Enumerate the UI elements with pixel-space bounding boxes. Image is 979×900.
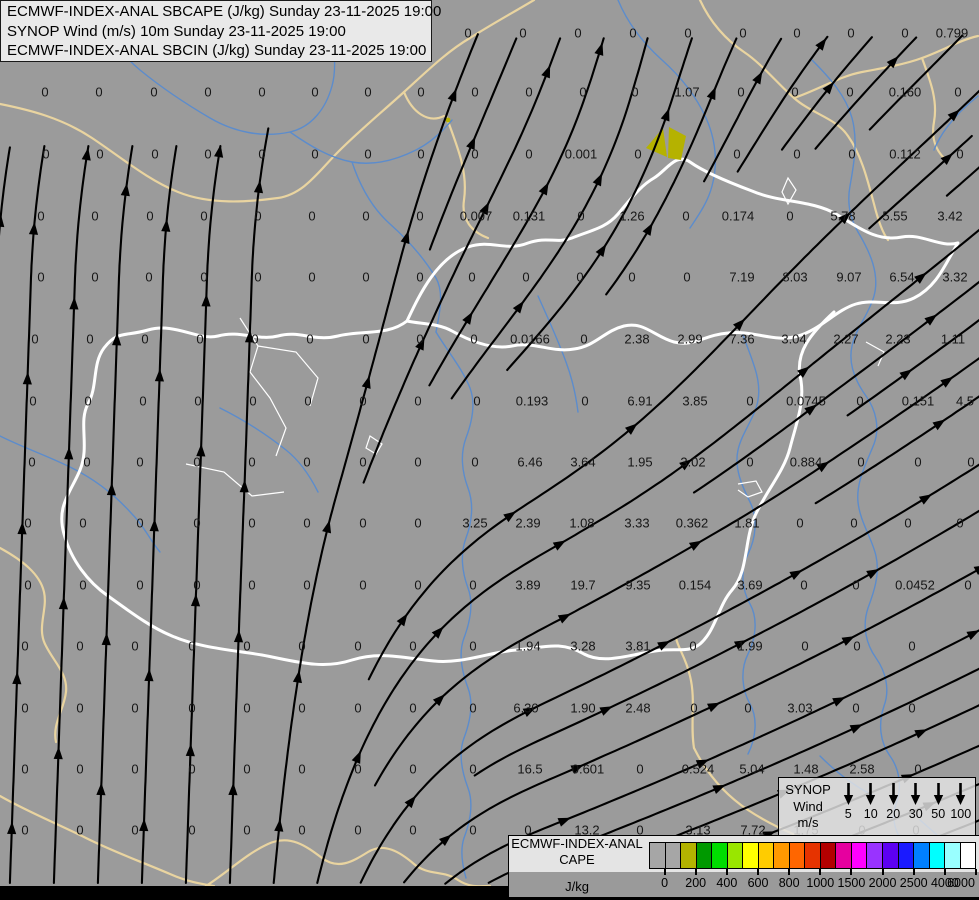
cape-tick <box>819 869 822 875</box>
cape-tick <box>912 869 915 875</box>
cape-tick <box>663 869 666 875</box>
wind-speed-column: 10 <box>860 781 883 838</box>
wind-legend-box: SYNOP Wind m/s 5 10 20 30 50 100 <box>778 777 976 839</box>
cape-legend-subtitle: CAPE <box>559 852 595 867</box>
cape-tick-label: 200 <box>685 876 707 890</box>
wind-speed-label: 10 <box>863 807 878 821</box>
wind-speed-scale: 5 10 20 30 50 100 <box>837 778 975 838</box>
cape-swatch <box>928 842 946 869</box>
down-arrow-icon <box>888 783 898 805</box>
wind-speed-column: 20 <box>882 781 905 838</box>
down-arrow-icon <box>933 783 943 805</box>
cape-legend-title: ECMWF-INDEX-ANAL <box>511 836 643 851</box>
wind-legend-subtitle: Wind <box>793 798 823 814</box>
wind-speed-label: 30 <box>908 807 923 821</box>
cape-swatch <box>835 842 852 869</box>
wind-speed-column: 50 <box>927 781 950 838</box>
cape-tick-label: 1500 <box>837 876 866 890</box>
cape-tick <box>881 869 884 875</box>
title-line-sbcape: ECMWF-INDEX-ANAL SBCAPE (J/kg) Sunday 23… <box>7 3 442 20</box>
cape-tick-label: 600 <box>747 876 769 890</box>
cape-swatch <box>881 842 899 869</box>
wind-speed-column: 100 <box>950 781 973 838</box>
down-arrow-icon <box>843 783 853 805</box>
cape-swatch <box>897 842 915 869</box>
cape-tick-label: 1000 <box>806 876 835 890</box>
wind-speed-label: 100 <box>950 807 972 821</box>
wind-legend-labels: SYNOP Wind m/s <box>779 778 837 838</box>
cape-swatch <box>788 842 806 869</box>
cape-tick <box>757 869 759 875</box>
cape-swatch <box>913 842 930 869</box>
cape-swatch <box>695 842 713 869</box>
wind-speed-column: 30 <box>905 781 928 838</box>
cape-swatch <box>944 842 961 869</box>
cape-swatch <box>959 842 977 869</box>
weather-map-screen: 0 0 0 0 0 0 0 0 0 0.799 0 0 0 0 0 0 0 0 0 0 0 0 1.07 0 0 0 0.160 0 0… <box>0 0 979 900</box>
cape-tick-label: 2000 <box>868 876 897 890</box>
cape-swatch <box>742 842 759 869</box>
cape-tick <box>850 869 853 875</box>
down-arrow-icon <box>956 783 966 805</box>
cape-swatch <box>757 842 775 869</box>
wind-legend-unit: m/s <box>797 815 819 830</box>
cape-tick-label: 0 <box>661 876 669 890</box>
cape-tick-label: 2500 <box>899 876 928 890</box>
cape-swatch <box>680 842 697 869</box>
cape-legend-unit: J/kg <box>565 879 589 894</box>
map-canvas <box>0 0 979 900</box>
cape-tick <box>788 869 791 875</box>
wind-speed-label: 50 <box>931 807 946 821</box>
cape-swatch <box>819 842 837 869</box>
cape-tick <box>694 869 697 875</box>
down-arrow-icon <box>866 783 876 805</box>
title-line-sbcin: ECMWF-INDEX-ANAL SBCIN (J/kg) Sunday 23-… <box>7 42 427 59</box>
cape-swatch <box>773 842 790 869</box>
wind-speed-label: 5 <box>844 807 852 821</box>
cape-tick-label: 6000 <box>947 876 975 890</box>
cape-swatch <box>711 842 728 869</box>
cape-tick-label: 400 <box>716 876 738 890</box>
title-line-wind: SYNOP Wind (m/s) 10m Sunday 23-11-2025 1… <box>7 22 346 40</box>
cape-swatch <box>726 842 744 869</box>
cape-legend-box: ECMWF-INDEX-ANAL CAPE J/kg 0 200 400 600 800… <box>508 835 979 898</box>
cape-color-strip <box>649 842 977 869</box>
cape-tick <box>725 869 728 875</box>
cape-swatch <box>664 842 682 869</box>
title-box: ECMWF-INDEX-ANAL SBCAPE (J/kg) Sunday 23… <box>0 0 442 62</box>
down-arrow-icon <box>911 783 921 805</box>
cape-tick <box>943 869 946 875</box>
wind-speed-column: 5 <box>837 781 860 838</box>
wind-speed-label: 20 <box>886 807 901 821</box>
wind-legend-title: SYNOP <box>785 782 831 797</box>
cape-swatch <box>649 842 666 869</box>
cape-swatch <box>850 842 868 869</box>
cape-legend-labels: ECMWF-INDEX-ANAL CAPE J/kg <box>509 836 645 895</box>
cape-swatch <box>866 842 883 869</box>
cape-tick-label: 800 <box>778 876 800 890</box>
cape-swatch <box>804 842 821 869</box>
cape-tick <box>975 869 977 875</box>
